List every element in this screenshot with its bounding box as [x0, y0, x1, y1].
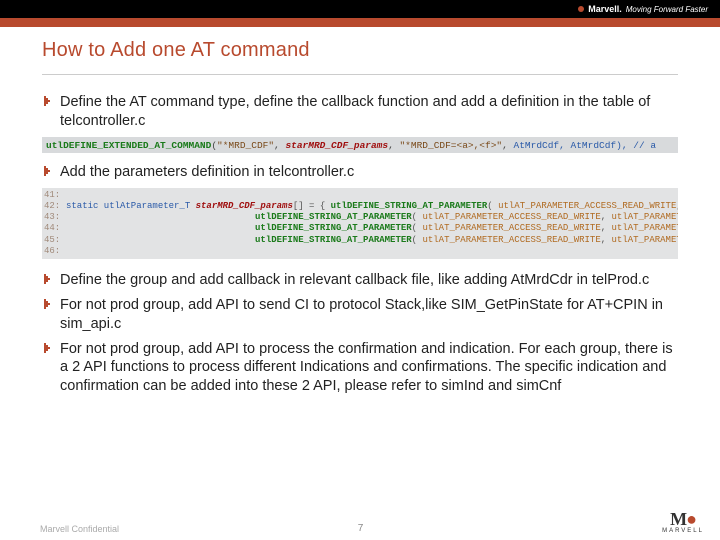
code-ident: AtMrdCdf, AtMrdCdf [514, 140, 617, 151]
bullet-item: Add the parameters definition in telcont… [42, 163, 678, 182]
bullet-marker-icon [42, 298, 54, 310]
bullet-item: Define the group and add callback in rel… [42, 271, 678, 290]
code-snippet-1: utlDEFINE_EXTENDED_AT_COMMAND("*MRD_CDF"… [42, 137, 678, 153]
code-macro: utlDEFINE_EXTENDED_AT_COMMAND [46, 140, 211, 151]
page-title: How to Add one AT command [42, 39, 678, 62]
code-string: "*MRD_CDF" [217, 140, 274, 151]
bullet-text: For not prod group, add API to send CI t… [60, 296, 678, 334]
header-tagline: Moving Forward Faster [626, 5, 708, 14]
bullet-marker-icon [42, 273, 54, 285]
bullet-item: For not prod group, add API to process t… [42, 340, 678, 397]
bullet-marker-icon [42, 165, 54, 177]
footer-confidential: Marvell Confidential [40, 524, 119, 534]
bullet-text: For not prod group, add API to process t… [60, 340, 678, 397]
code-snippet-2: 41: 42:static utlAtParameter_T starMRD_C… [42, 188, 678, 260]
header-dot-icon [578, 6, 584, 12]
bullet-text: Define the group and add callback in rel… [60, 271, 678, 290]
content-area: Define the AT command type, define the c… [0, 79, 720, 396]
title-underline [42, 74, 678, 75]
bullet-text: Add the parameters definition in telcont… [60, 163, 678, 182]
header-accent-bar [0, 18, 720, 27]
bullet-text: Define the AT command type, define the c… [60, 93, 678, 131]
header-bar: Marvell. Moving Forward Faster [0, 0, 720, 18]
code-ident: starMRD_CDF_params [285, 140, 388, 151]
header-brand: Marvell. [588, 4, 622, 14]
bullet-marker-icon [42, 95, 54, 107]
bullet-marker-icon [42, 342, 54, 354]
footer: Marvell Confidential 7 M● MARVELL [0, 509, 720, 534]
marvell-logo-icon: M● MARVELL [662, 509, 704, 534]
bullet-item: For not prod group, add API to send CI t… [42, 296, 678, 334]
page-number: 7 [358, 523, 364, 534]
code-string: "*MRD_CDF=<a>,<f>" [399, 140, 502, 151]
bullet-item: Define the AT command type, define the c… [42, 93, 678, 131]
